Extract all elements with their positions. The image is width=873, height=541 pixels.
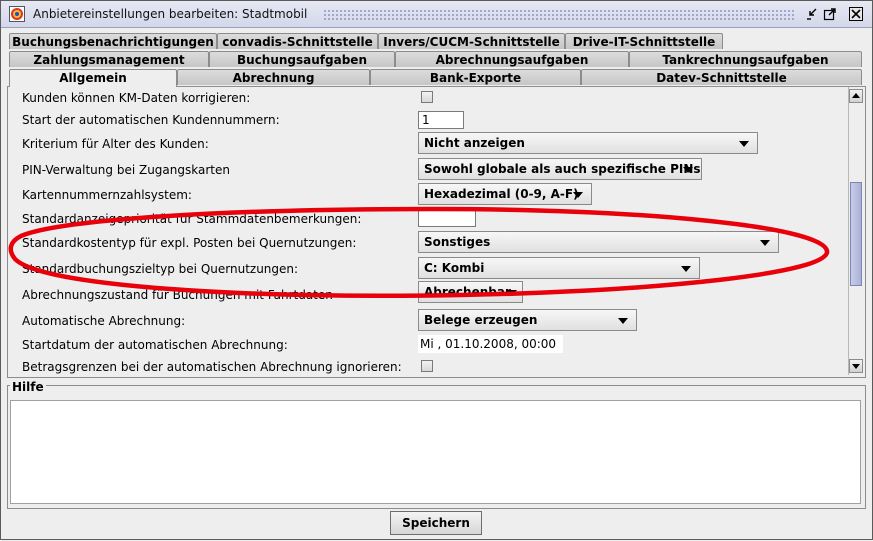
scroll-up-button[interactable] xyxy=(849,89,863,103)
tab-allgemein[interactable]: Allgemein xyxy=(9,69,177,87)
tab-abrechnung[interactable]: Abrechnung xyxy=(177,69,370,85)
setting-label: Automatische Abrechnung: xyxy=(22,314,186,328)
setting-row-kostentyp: Standardkostentyp für expl. Posten bei Q… xyxy=(8,231,848,255)
scrollbar-thumb[interactable] xyxy=(850,182,862,286)
setting-row-betragsgrenzen: Betragsgrenzen bei der automatischen Abr… xyxy=(8,355,848,377)
setting-label: Standardanzeigepriorität für Stammdatenb… xyxy=(22,212,362,226)
dropdown-value: Belege erzeugen xyxy=(424,313,538,327)
chevron-down-icon xyxy=(760,240,770,246)
setting-label: Kartennummernzahlsystem: xyxy=(22,188,192,202)
app-logo-icon xyxy=(9,6,25,22)
setting-row-kundennummern: Start der automatischen Kundennummern: 1 xyxy=(8,108,848,132)
setting-row-anzeigepriorität: Standardanzeigepriorität für Stammdatenb… xyxy=(8,207,848,231)
scroll-down-button[interactable] xyxy=(849,359,863,373)
chevron-down-icon xyxy=(683,167,693,173)
setting-row-alter-kunde: Kriterium für Alter des Kunden: Nicht an… xyxy=(8,132,848,156)
chevron-down-icon xyxy=(507,290,517,296)
minimize-icon[interactable] xyxy=(805,7,819,21)
kartennummer-dropdown[interactable]: Hexadezimal (0-9, A-F) xyxy=(418,183,592,205)
title-grip xyxy=(323,9,795,21)
chevron-down-icon xyxy=(618,318,628,324)
setting-label: Startdatum der automatischen Abrechnung: xyxy=(22,338,288,352)
dropdown-value: Nicht anzeigen xyxy=(424,136,525,150)
chevron-up-icon xyxy=(852,93,860,98)
chevron-down-icon xyxy=(852,364,860,369)
tab-bank-exporte[interactable]: Bank-Exporte xyxy=(370,69,581,85)
date-value: Mi , 01.10.2008, 00:00 xyxy=(420,337,557,351)
setting-row-pin-verwaltung: PIN-Verwaltung bei Zugangskarten Sowohl … xyxy=(8,158,848,182)
dropdown-value: Hexadezimal (0-9, A-F) xyxy=(424,187,579,201)
setting-label: Betragsgrenzen bei der automatischen Abr… xyxy=(22,360,402,374)
abrechnungszustand-dropdown[interactable]: Abrechenbar xyxy=(418,281,523,303)
dropdown-value: Abrechenbar xyxy=(424,285,511,299)
title-bar[interactable]: Anbietereinstellungen bearbeiten: Stadtm… xyxy=(1,1,872,28)
anzeigeprioritaet-input[interactable] xyxy=(418,209,476,227)
tab-zahlungsmanagement[interactable]: Zahlungsmanagement xyxy=(9,51,209,67)
tab-buchungsbenachrichtigungen[interactable]: Buchungsbenachrichtigungen xyxy=(9,33,217,49)
setting-row-abrechnungszustand: Abrechnungszustand für Buchungen mit Fah… xyxy=(8,281,848,307)
close-icon[interactable] xyxy=(849,7,863,21)
window-title: Anbietereinstellungen bearbeiten: Stadtm… xyxy=(33,7,308,21)
chevron-down-icon xyxy=(681,266,691,272)
tab-invers-cucm-schnittstelle[interactable]: Invers/CUCM-Schnittstelle xyxy=(378,33,565,49)
chevron-down-icon xyxy=(573,192,583,198)
help-title: Hilfe xyxy=(10,380,46,394)
settings-window: Anbietereinstellungen bearbeiten: Stadtm… xyxy=(0,0,873,540)
setting-label: Kunden können KM-Daten korrigieren: xyxy=(22,91,251,105)
setting-label: Start der automatischen Kundennummern: xyxy=(22,113,280,127)
dropdown-value: Sowohl globale als auch spezifische PINs xyxy=(424,162,701,176)
setting-label: Abrechnungszustand für Buchungen mit Fah… xyxy=(22,288,333,302)
kostentyp-dropdown[interactable]: Sonstiges xyxy=(418,231,779,253)
setting-label: Standardkostentyp für expl. Posten bei Q… xyxy=(22,236,357,250)
setting-row-km-daten: Kunden können KM-Daten korrigieren: xyxy=(8,87,848,110)
automatische-abrechnung-dropdown[interactable]: Belege erzeugen xyxy=(418,309,637,331)
save-button[interactable]: Speichern xyxy=(390,511,482,535)
help-group xyxy=(7,385,866,509)
tab-datev-schnittstelle[interactable]: Datev-Schnittstelle xyxy=(581,69,862,85)
tab-drive-it-schnittstelle[interactable]: Drive-IT-Schnittstelle xyxy=(565,33,723,49)
pin-verwaltung-dropdown[interactable]: Sowohl globale als auch spezifische PINs xyxy=(418,158,702,180)
dropdown-value: C: Kombi xyxy=(424,261,485,275)
input-value: 1 xyxy=(422,113,430,127)
settings-panel: Kunden können KM-Daten korrigieren: Star… xyxy=(7,86,866,378)
setting-label: Kriterium für Alter des Kunden: xyxy=(22,137,209,151)
settings-scrollbar[interactable] xyxy=(848,87,863,375)
chevron-down-icon xyxy=(739,141,749,147)
kundennummer-start-input[interactable]: 1 xyxy=(418,111,464,129)
setting-row-startdatum: Startdatum der automatischen Abrechnung:… xyxy=(8,333,848,357)
tab-convadis-schnittstelle[interactable]: convadis-Schnittstelle xyxy=(217,33,378,49)
maximize-icon[interactable] xyxy=(823,7,837,21)
tab-buchungsaufgaben[interactable]: Buchungsaufgaben xyxy=(209,51,395,67)
tab-tankrechnungsaufgaben[interactable]: Tankrechnungsaufgaben xyxy=(629,51,862,67)
dropdown-value: Sonstiges xyxy=(424,235,491,249)
buchungszieltyp-dropdown[interactable]: C: Kombi xyxy=(418,257,700,279)
help-text-area[interactable] xyxy=(10,400,861,504)
setting-label: PIN-Verwaltung bei Zugangskarten xyxy=(22,163,230,177)
betragsgrenzen-checkbox[interactable] xyxy=(421,360,433,372)
startdatum-field[interactable]: Mi , 01.10.2008, 00:00 xyxy=(418,335,563,353)
alter-kriterium-dropdown[interactable]: Nicht anzeigen xyxy=(418,132,758,154)
setting-label: Standardbuchungszieltyp bei Quernutzunge… xyxy=(22,262,299,276)
setting-row-kartennummer: Kartennummernzahlsystem: Hexadezimal (0-… xyxy=(8,183,848,207)
km-daten-checkbox[interactable] xyxy=(421,91,433,103)
setting-row-buchungszieltyp: Standardbuchungszieltyp bei Quernutzunge… xyxy=(8,257,848,281)
setting-row-automatische-abrechnung: Automatische Abrechnung: Belege erzeugen xyxy=(8,309,848,333)
tab-abrechnungsaufgaben[interactable]: Abrechnungsaufgaben xyxy=(395,51,629,67)
